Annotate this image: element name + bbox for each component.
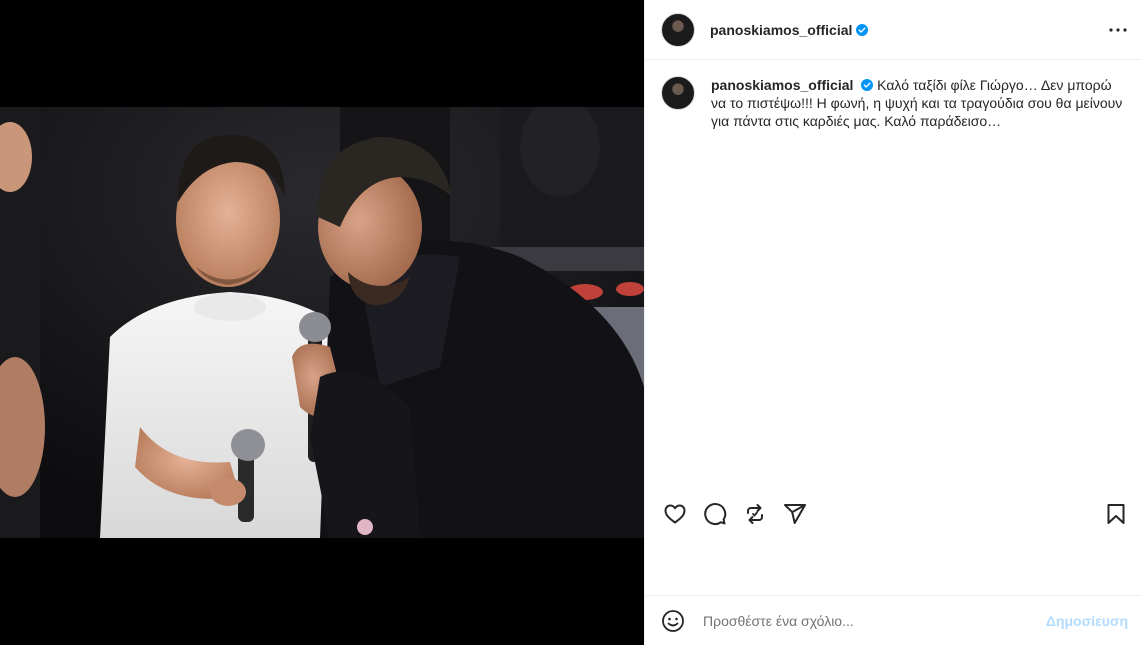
post-comment-button[interactable]: Δημοσίευση xyxy=(1046,613,1128,629)
photo-illustration xyxy=(0,107,644,538)
instagram-post: panoskiamos_official panoskiamos_officia… xyxy=(0,0,1142,645)
emoji-icon[interactable] xyxy=(661,609,685,633)
post-sidebar: panoskiamos_official panoskiamos_officia… xyxy=(644,0,1142,645)
send-icon[interactable] xyxy=(781,500,809,528)
comment-icon[interactable] xyxy=(701,500,729,528)
header-username[interactable]: panoskiamos_official xyxy=(710,22,852,38)
repost-icon[interactable] xyxy=(741,500,769,528)
heart-icon[interactable] xyxy=(661,500,689,528)
caption-verified-badge-icon xyxy=(861,79,874,91)
caption-username[interactable]: panoskiamos_official xyxy=(711,77,853,93)
caption-avatar[interactable] xyxy=(661,76,695,110)
action-bar xyxy=(645,494,1142,534)
caption: panoskiamos_official Καλό ταξίδι φίλε Γι… xyxy=(645,60,1142,130)
bookmark-icon[interactable] xyxy=(1102,500,1130,528)
comment-bar: Δημοσίευση xyxy=(645,595,1142,645)
avatar[interactable] xyxy=(661,12,695,47)
caption-text-block: panoskiamos_official Καλό ταξίδι φίλε Γι… xyxy=(711,76,1126,130)
comment-input[interactable] xyxy=(701,611,1046,630)
verified-badge-icon xyxy=(856,23,869,36)
post-media[interactable] xyxy=(0,0,644,645)
post-header: panoskiamos_official xyxy=(645,0,1142,60)
more-horizontal-icon[interactable] xyxy=(1106,18,1130,42)
post-photo xyxy=(0,107,644,538)
